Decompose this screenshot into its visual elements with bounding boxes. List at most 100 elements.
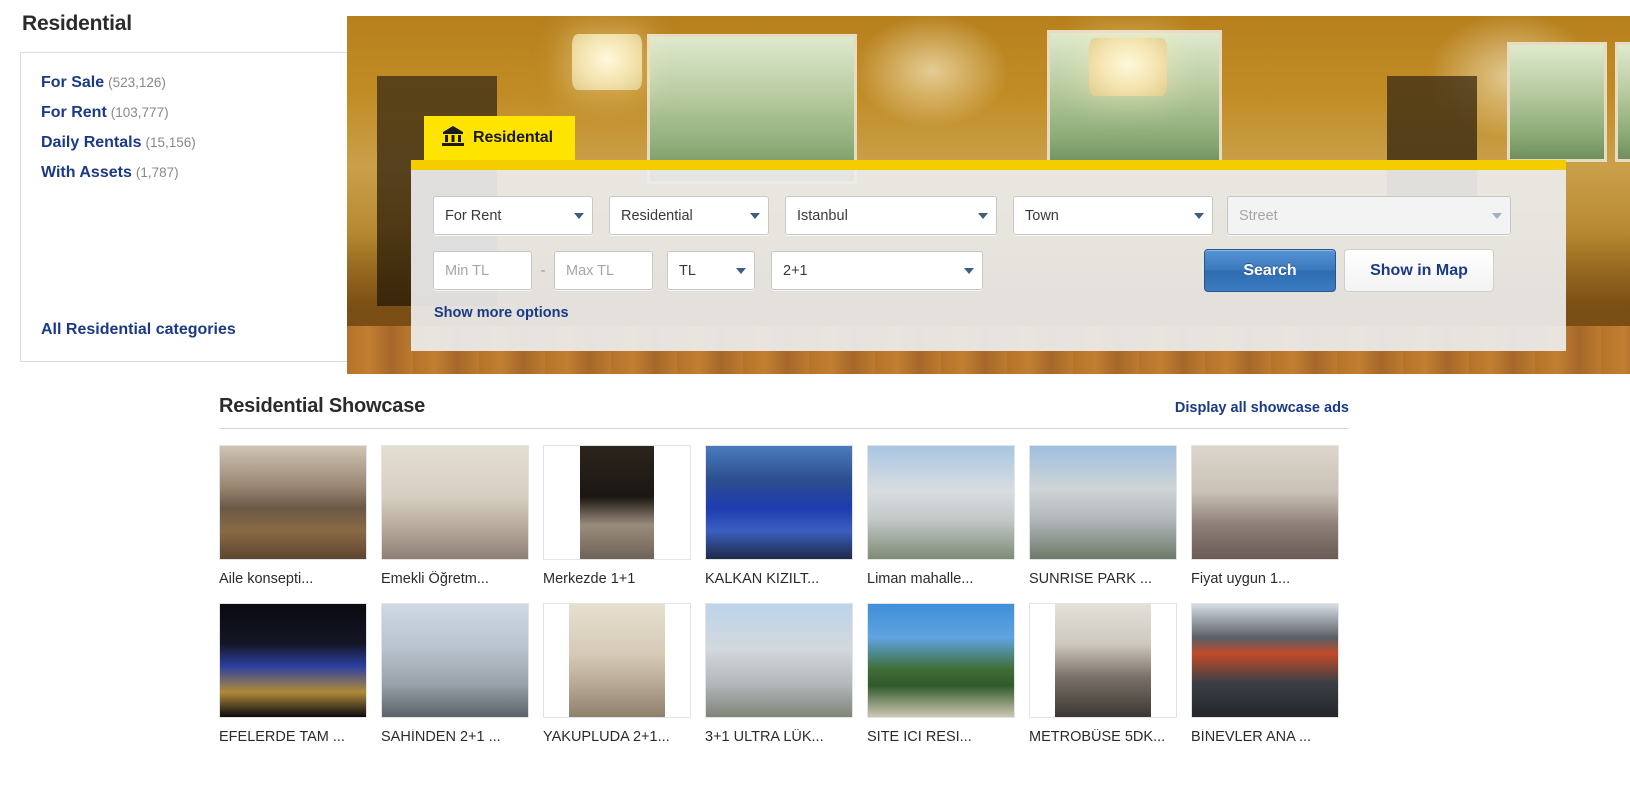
decor-window [1615,42,1630,162]
list-item[interactable]: SUNRISE PARK ... [1029,445,1177,587]
decor-lamp [572,34,642,90]
property-photo [569,604,665,717]
town-select[interactable]: Town [1013,196,1213,235]
property-photo [706,446,852,559]
all-residential-categories-link[interactable]: All Residential categories [41,321,236,339]
category-row-with-assets: With Assets (1,787) [41,163,349,183]
showcase-caption: SITE ICI RESI... [867,729,972,745]
town-value: Town [1025,207,1059,224]
room-count-select[interactable]: 2+1 [771,251,983,290]
showcase-row-1: Aile konsepti... Emekli Öğretm... Merkez… [219,445,1349,587]
chevron-down-icon [978,212,988,219]
showcase-thumbnail[interactable] [543,445,691,560]
property-photo [706,604,852,717]
property-photo [1055,604,1151,717]
property-photo [868,604,1014,717]
house-bank-icon [442,125,464,151]
display-all-showcase-ads-link[interactable]: Display all showcase ads [1175,400,1349,418]
list-item[interactable]: KALKAN KIZILT... [705,445,853,587]
list-item[interactable]: BİNEVLER ANA ... [1191,603,1339,745]
listing-type-select[interactable]: For Rent [433,196,593,235]
list-item[interactable]: 3+1 ULTRA LÜK... [705,603,853,745]
sidebar-item-for-rent[interactable]: For Rent [41,104,107,121]
property-photo [1192,446,1338,559]
property-photo [580,446,654,559]
category-count-daily-rentals: (15,156) [145,135,196,150]
showcase-row-2: EFELERDE TAM ... SAHİNDEN 2+1 ... YAKUPL… [219,603,1349,745]
property-search-panel: For Rent Residential İstanbul Town Stree… [411,170,1566,351]
showcase-thumbnail[interactable] [867,603,1015,718]
list-item[interactable]: Aile konsepti... [219,445,367,587]
city-select[interactable]: İstanbul [785,196,997,235]
city-value: İstanbul [797,207,848,224]
list-item[interactable]: SAHİNDEN 2+1 ... [381,603,529,745]
min-price-placeholder: Min TL [445,262,490,279]
decor-lamp [1089,38,1167,96]
category-row-for-sale: For Sale (523,126) [41,73,349,93]
showcase-thumbnail[interactable] [381,603,529,718]
showcase-caption: 3+1 ULTRA LÜK... [705,729,824,745]
show-in-map-button[interactable]: Show in Map [1344,249,1494,292]
list-item[interactable]: YAKUPLUDA 2+1... [543,603,691,745]
showcase-caption: EFELERDE TAM ... [219,729,345,745]
showcase-thumbnail[interactable] [867,445,1015,560]
list-item[interactable]: Merkezde 1+1 [543,445,691,587]
list-item[interactable]: Fiyat uygun 1... [1191,445,1339,587]
showcase-thumbnail[interactable] [543,603,691,718]
sidebar-item-with-assets[interactable]: With Assets [41,164,132,181]
search-button[interactable]: Search [1204,249,1336,292]
chevron-down-icon [1492,212,1502,219]
search-panel-top-rail [411,160,1566,170]
search-row-location: For Rent Residential İstanbul Town Stree… [433,196,1546,235]
category-row-daily-rentals: Daily Rentals (15,156) [41,133,349,153]
showcase-thumbnail[interactable] [1029,603,1177,718]
show-more-options-link[interactable]: Show more options [434,305,569,321]
street-select[interactable]: Street [1227,196,1511,235]
showcase-header: Residential Showcase Display all showcas… [219,395,1349,429]
showcase-caption: METROBÜSE 5DK... [1029,729,1166,745]
list-item[interactable]: Liman mahalle... [867,445,1015,587]
sidebar-item-daily-rentals[interactable]: Daily Rentals [41,134,141,151]
max-price-placeholder: Max TL [566,262,615,279]
tab-residental-label: Residental [473,129,553,146]
showcase-thumbnail[interactable] [1191,445,1339,560]
list-item[interactable]: EFELERDE TAM ... [219,603,367,745]
showcase-thumbnail[interactable] [1191,603,1339,718]
residential-sidebar: Residential For Sale (523,126) For Rent (1… [20,12,350,362]
property-photo [382,446,528,559]
category-row-for-rent: For Rent (103,777) [41,103,349,123]
property-photo [1192,604,1338,717]
street-placeholder: Street [1239,207,1278,224]
showcase-thumbnail[interactable] [705,603,853,718]
room-count-value: 2+1 [783,262,808,279]
showcase-caption: SAHİNDEN 2+1 ... [381,729,501,745]
category-count-for-rent: (103,777) [110,105,169,120]
tab-residental[interactable]: Residental [424,116,575,160]
showcase-thumbnail[interactable] [705,445,853,560]
max-price-input[interactable]: Max TL [554,251,653,290]
property-type-value: Residential [621,207,693,224]
showcase-caption: KALKAN KIZILT... [705,571,820,587]
currency-value: TL [679,262,696,279]
property-type-select[interactable]: Residential [609,196,769,235]
property-photo [220,604,366,717]
showcase-caption: Emekli Öğretm... [381,571,489,587]
showcase-thumbnail[interactable] [219,445,367,560]
chevron-down-icon [964,267,974,274]
showcase-thumbnail[interactable] [1029,445,1177,560]
currency-select[interactable]: TL [667,251,755,290]
list-item[interactable]: METROBÜSE 5DK... [1029,603,1177,745]
showcase-thumbnail[interactable] [381,445,529,560]
listing-type-value: For Rent [445,207,502,224]
list-item[interactable]: SITE ICI RESI... [867,603,1015,745]
list-item[interactable]: Emekli Öğretm... [381,445,529,587]
min-price-input[interactable]: Min TL [433,251,532,290]
page-title: Residential [22,12,132,35]
showcase-caption: Liman mahalle... [867,571,974,587]
decor-window [1507,42,1607,162]
chevron-down-icon [750,212,760,219]
showcase-title: Residential Showcase [219,395,426,417]
sidebar-item-for-sale[interactable]: For Sale [41,74,104,91]
category-count-with-assets: (1,787) [135,165,179,180]
showcase-thumbnail[interactable] [219,603,367,718]
